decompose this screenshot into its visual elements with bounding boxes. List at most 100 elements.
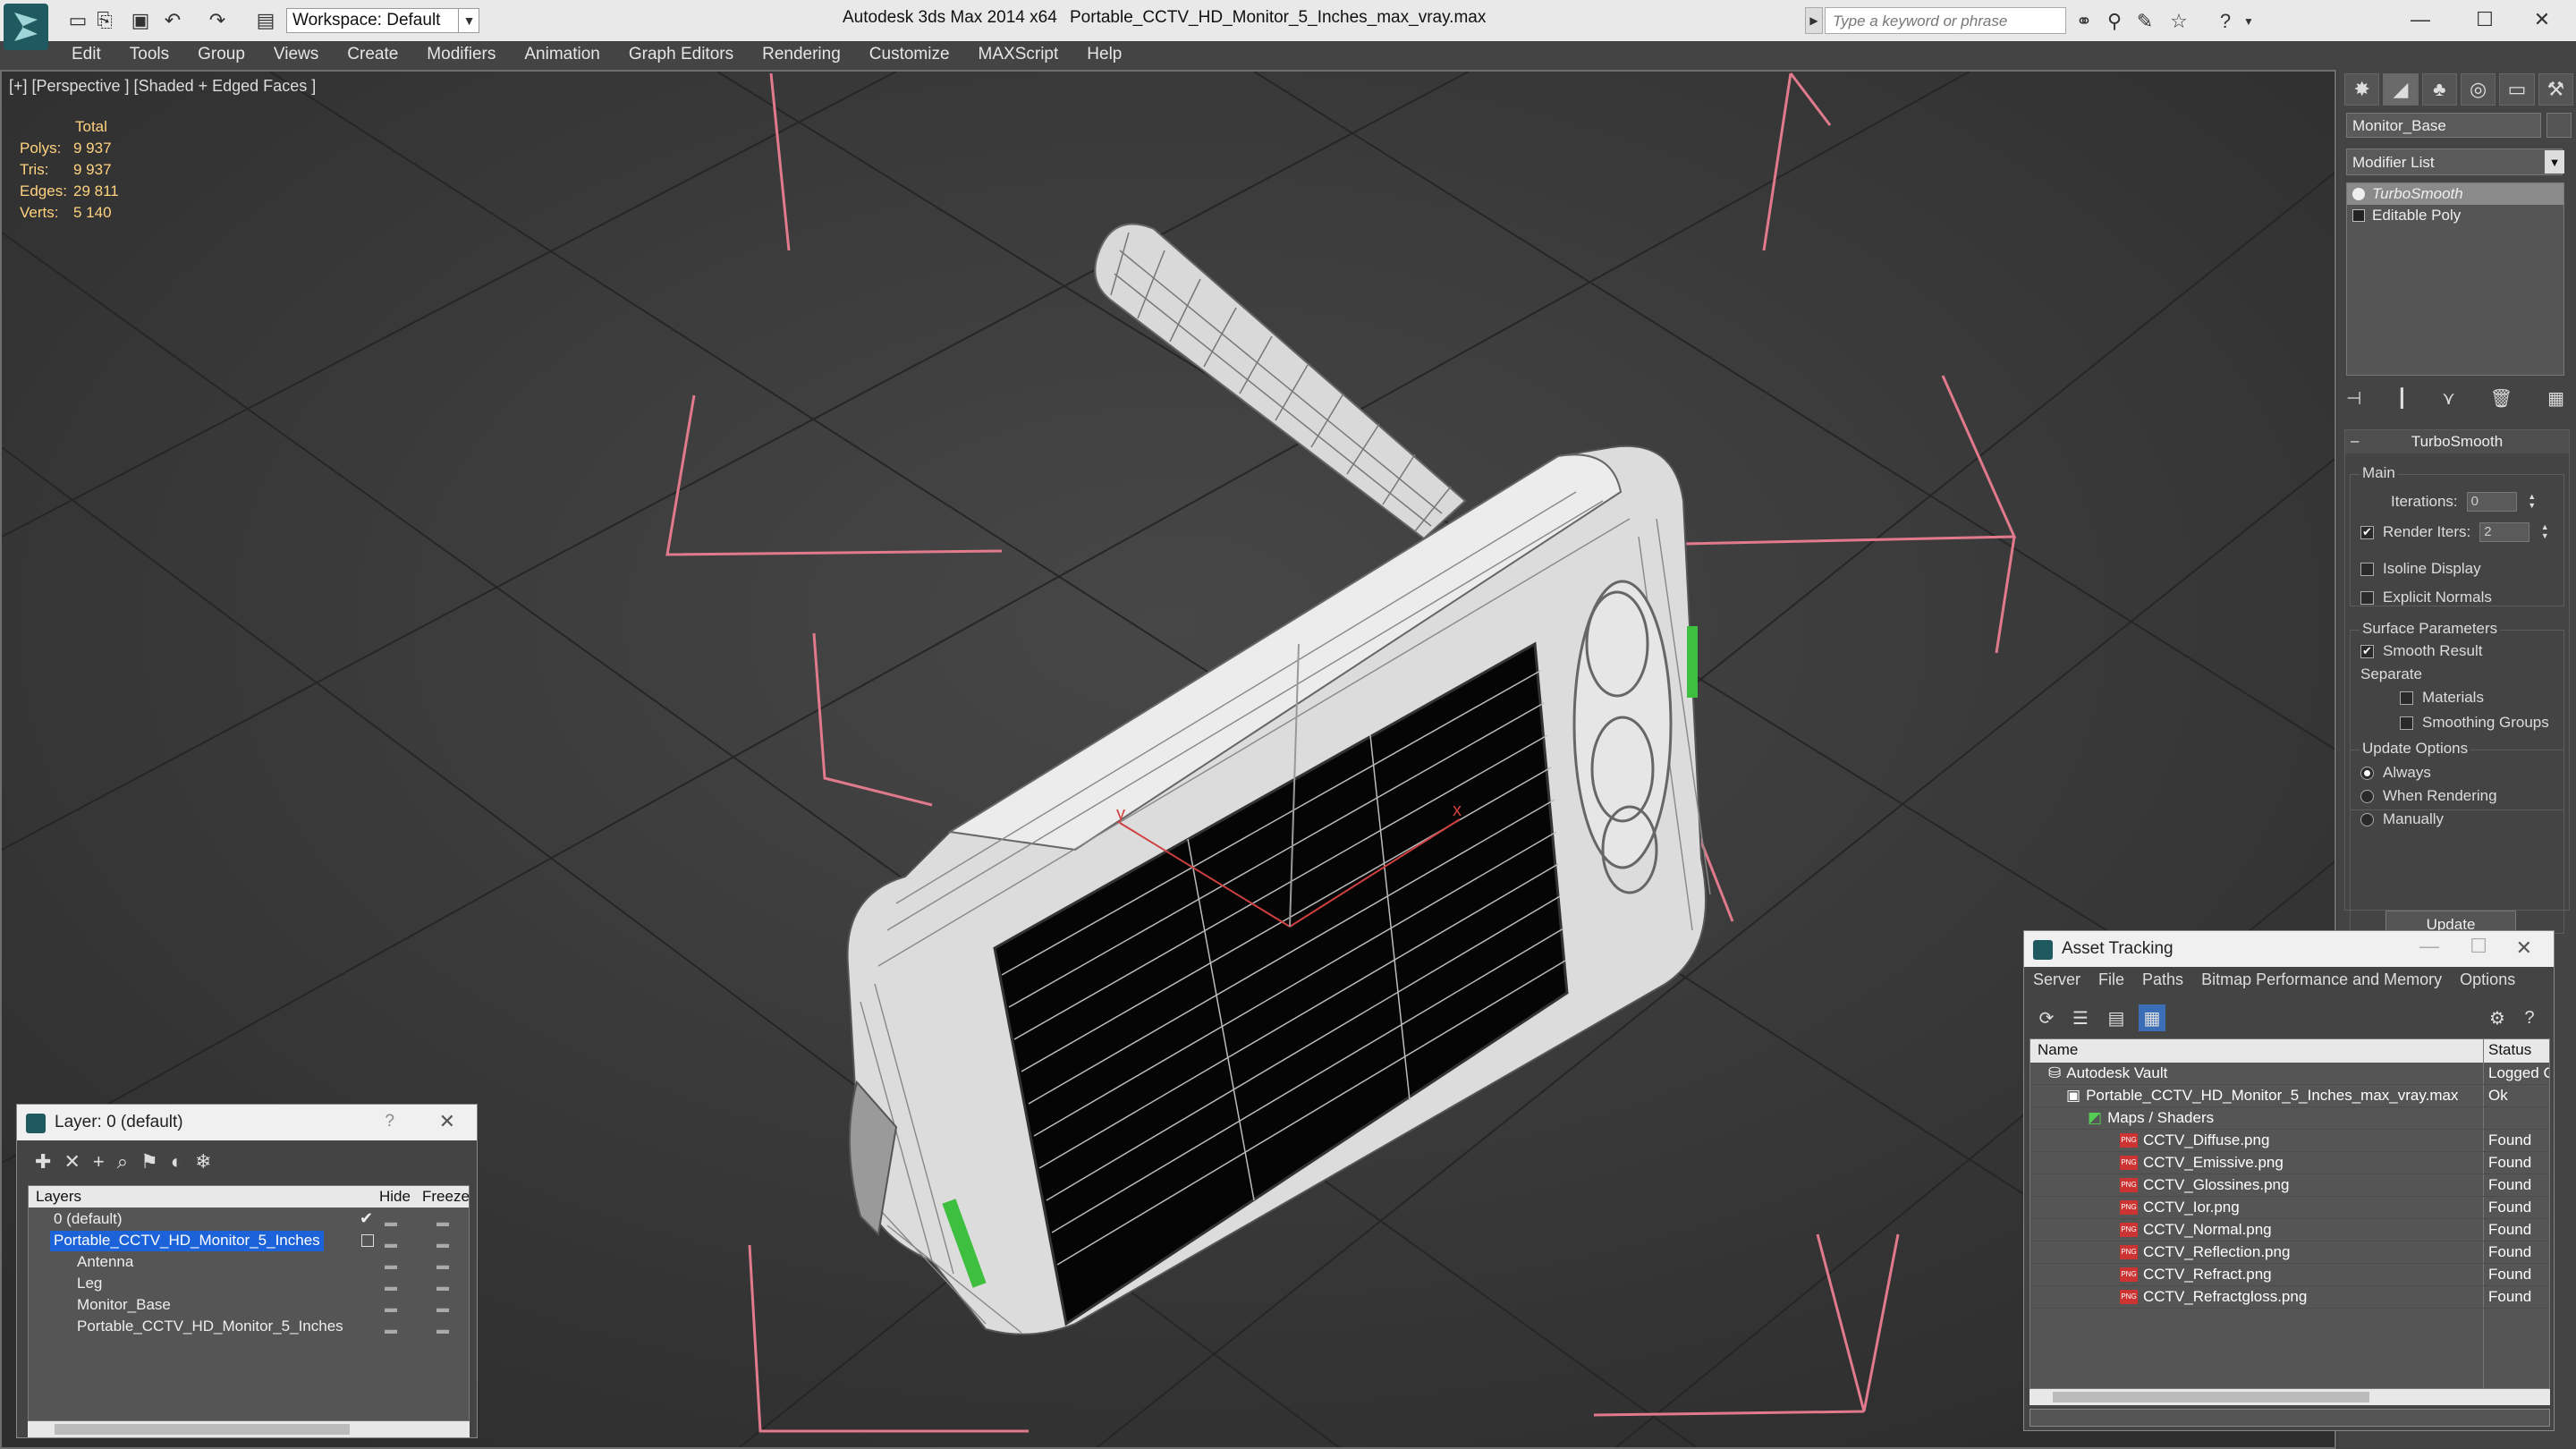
menu-create[interactable]: Create [333, 41, 412, 68]
asset-menu-bitmap-performance[interactable]: Bitmap Performance and Memory [2192, 967, 2451, 994]
col-freeze[interactable]: Freeze [422, 1188, 470, 1206]
object-row[interactable]: Monitor_Base ▬ ▬ [29, 1295, 469, 1317]
help-icon[interactable]: ? [385, 1112, 394, 1131]
smooth-result-checkbox[interactable]: ✔ [2360, 644, 2374, 658]
when-rendering-radio[interactable] [2360, 789, 2374, 803]
object-color-swatch[interactable] [2546, 113, 2572, 138]
show-end-result-icon[interactable]: ┃ [2396, 387, 2407, 410]
asset-window-titlebar[interactable]: Asset Tracking — ☐ ✕ [2024, 931, 2554, 967]
render-iters-spinner[interactable]: 2 [2479, 522, 2530, 542]
layer-window-titlebar[interactable]: Layer: 0 (default) ? ✕ [17, 1105, 477, 1140]
maximize-icon[interactable]: ☐ [2470, 935, 2487, 958]
menu-views[interactable]: Views [259, 41, 333, 68]
add-to-layer-icon[interactable]: + [93, 1150, 105, 1174]
modifier-list-dropdown[interactable]: Modifier List [2346, 148, 2563, 175]
spinner-arrows-icon[interactable]: ▲ ▼ [2526, 492, 2538, 512]
asset-menu-file[interactable]: File [2089, 967, 2133, 994]
hide-toggle[interactable]: ▬ [385, 1322, 398, 1336]
hide-toggle[interactable]: ▬ [385, 1258, 398, 1272]
make-unique-icon[interactable]: ⋎ [2442, 387, 2455, 410]
asset-row[interactable]: ▣ Portable_CCTV_HD_Monitor_5_Inches_max_v… [2030, 1085, 2549, 1107]
asset-row[interactable]: ◩ Maps / Shaders [2030, 1107, 2549, 1130]
highlight-layer-icon[interactable]: ⚑ [140, 1150, 158, 1174]
asset-row[interactable]: PNG CCTV_Emissive.png Found [2030, 1152, 2549, 1174]
object-row[interactable]: Antenna ▬ ▬ [29, 1252, 469, 1274]
close-button[interactable]: ✕ [2515, 2, 2569, 38]
select-objects-icon[interactable]: ⌕ [117, 1150, 128, 1174]
undo-icon[interactable]: ↶ [161, 9, 184, 32]
render-iters-checkbox[interactable]: ✔ [2360, 525, 2374, 539]
favorites-star-icon[interactable]: ☆ [2166, 9, 2191, 34]
open-file-icon[interactable]: ⎘ [93, 9, 116, 32]
modify-tab-icon[interactable]: ◢ [2383, 73, 2419, 106]
explicit-normals-checkbox[interactable] [2360, 590, 2374, 605]
configure-sets-icon[interactable]: ▦ [2547, 387, 2564, 410]
app-logo-icon[interactable] [4, 4, 48, 50]
expand-box-icon[interactable] [2352, 209, 2365, 222]
menu-modifiers[interactable]: Modifiers [412, 41, 510, 68]
menu-maxscript[interactable]: MAXScript [964, 41, 1073, 68]
help-icon[interactable]: ? [2516, 1004, 2543, 1031]
asset-row[interactable]: PNG CCTV_Ior.png Found [2030, 1197, 2549, 1219]
col-name[interactable]: Name [2038, 1041, 2078, 1059]
menu-graph-editors[interactable]: Graph Editors [614, 41, 748, 68]
minimize-icon[interactable]: — [2419, 935, 2439, 958]
iterations-spinner[interactable]: 0 [2466, 492, 2517, 512]
maximize-button[interactable]: ☐ [2458, 2, 2512, 38]
hide-toggle[interactable]: ▬ [385, 1215, 398, 1229]
subscription-icon[interactable]: ⚲ [2102, 9, 2127, 34]
communication-icon[interactable]: ✎ [2132, 9, 2157, 34]
menu-animation[interactable]: Animation [510, 41, 614, 68]
asset-menu-paths[interactable]: Paths [2133, 967, 2192, 994]
horizontal-scrollbar[interactable] [28, 1421, 470, 1437]
freeze-toggle[interactable]: ▬ [436, 1258, 450, 1272]
spinner-arrows-icon[interactable]: ▲ ▼ [2538, 522, 2551, 542]
freeze-toggle[interactable]: ▬ [436, 1301, 450, 1315]
binoculars-icon[interactable]: ⚭ [2072, 9, 2097, 34]
pin-stack-icon[interactable]: ⊣ [2346, 387, 2361, 410]
stack-item-turbosmooth[interactable]: TurboSmooth [2347, 183, 2563, 205]
menu-rendering[interactable]: Rendering [748, 41, 855, 68]
chevron-down-icon[interactable]: ▼ [2545, 150, 2564, 174]
asset-menu-options[interactable]: Options [2451, 967, 2524, 994]
manually-radio[interactable] [2360, 812, 2374, 826]
menu-customize[interactable]: Customize [855, 41, 964, 68]
object-name-field[interactable]: Monitor_Base [2346, 113, 2541, 138]
materials-checkbox[interactable] [2400, 691, 2413, 705]
close-icon[interactable]: ✕ [2516, 936, 2532, 960]
menu-edit[interactable]: Edit [54, 41, 115, 68]
thumbnail-view-icon[interactable]: ▤ [2103, 1004, 2130, 1031]
freeze-toggle[interactable]: ▬ [436, 1236, 450, 1250]
lightbulb-icon[interactable] [2352, 188, 2365, 200]
help-dropdown-icon[interactable]: ▼ [2236, 9, 2261, 34]
asset-row[interactable]: PNG CCTV_Normal.png Found [2030, 1219, 2549, 1241]
viewport-label[interactable]: [+] [Perspective ] [Shaded + Edged Faces… [9, 77, 316, 96]
hide-toggle[interactable]: ▬ [385, 1301, 398, 1315]
motion-tab-icon[interactable]: ◎ [2460, 73, 2496, 106]
object-row[interactable]: Portable_CCTV_HD_Monitor_5_Inches ▬ ▬ [29, 1317, 469, 1338]
scrollbar-thumb[interactable] [2053, 1392, 2369, 1402]
menu-group[interactable]: Group [183, 41, 259, 68]
horizontal-scrollbar[interactable] [2029, 1389, 2550, 1405]
col-layers[interactable]: Layers [36, 1188, 81, 1206]
help-icon[interactable]: ? [2213, 9, 2238, 34]
asset-row[interactable]: PNG CCTV_Glossines.png Found [2030, 1174, 2549, 1197]
close-icon[interactable]: ✕ [439, 1110, 455, 1133]
new-layer-icon[interactable]: ✚ [35, 1150, 51, 1174]
vault-login-icon[interactable]: ⚙ [2484, 1004, 2511, 1031]
minimize-button[interactable]: — [2394, 2, 2447, 38]
asset-menu-server[interactable]: Server [2024, 967, 2089, 994]
freeze-toggle[interactable]: ▬ [436, 1322, 450, 1336]
scrollbar-thumb[interactable] [55, 1424, 350, 1435]
object-row[interactable]: Leg ▬ ▬ [29, 1274, 469, 1295]
freeze-toggle[interactable]: ▬ [436, 1215, 450, 1229]
utilities-tab-icon[interactable]: ⚒ [2538, 73, 2573, 106]
always-radio[interactable] [2360, 766, 2374, 780]
set-current-box[interactable] [361, 1234, 374, 1247]
redo-icon[interactable]: ↷ [206, 9, 229, 32]
hide-toggle[interactable]: ▬ [385, 1236, 398, 1250]
asset-row[interactable]: ⛁ Autodesk Vault Logged C [2030, 1063, 2549, 1085]
hide-all-icon[interactable]: ◐ [171, 1150, 182, 1174]
table-view-icon[interactable]: ▦ [2139, 1004, 2165, 1031]
save-file-icon[interactable]: ▣ [129, 9, 152, 32]
